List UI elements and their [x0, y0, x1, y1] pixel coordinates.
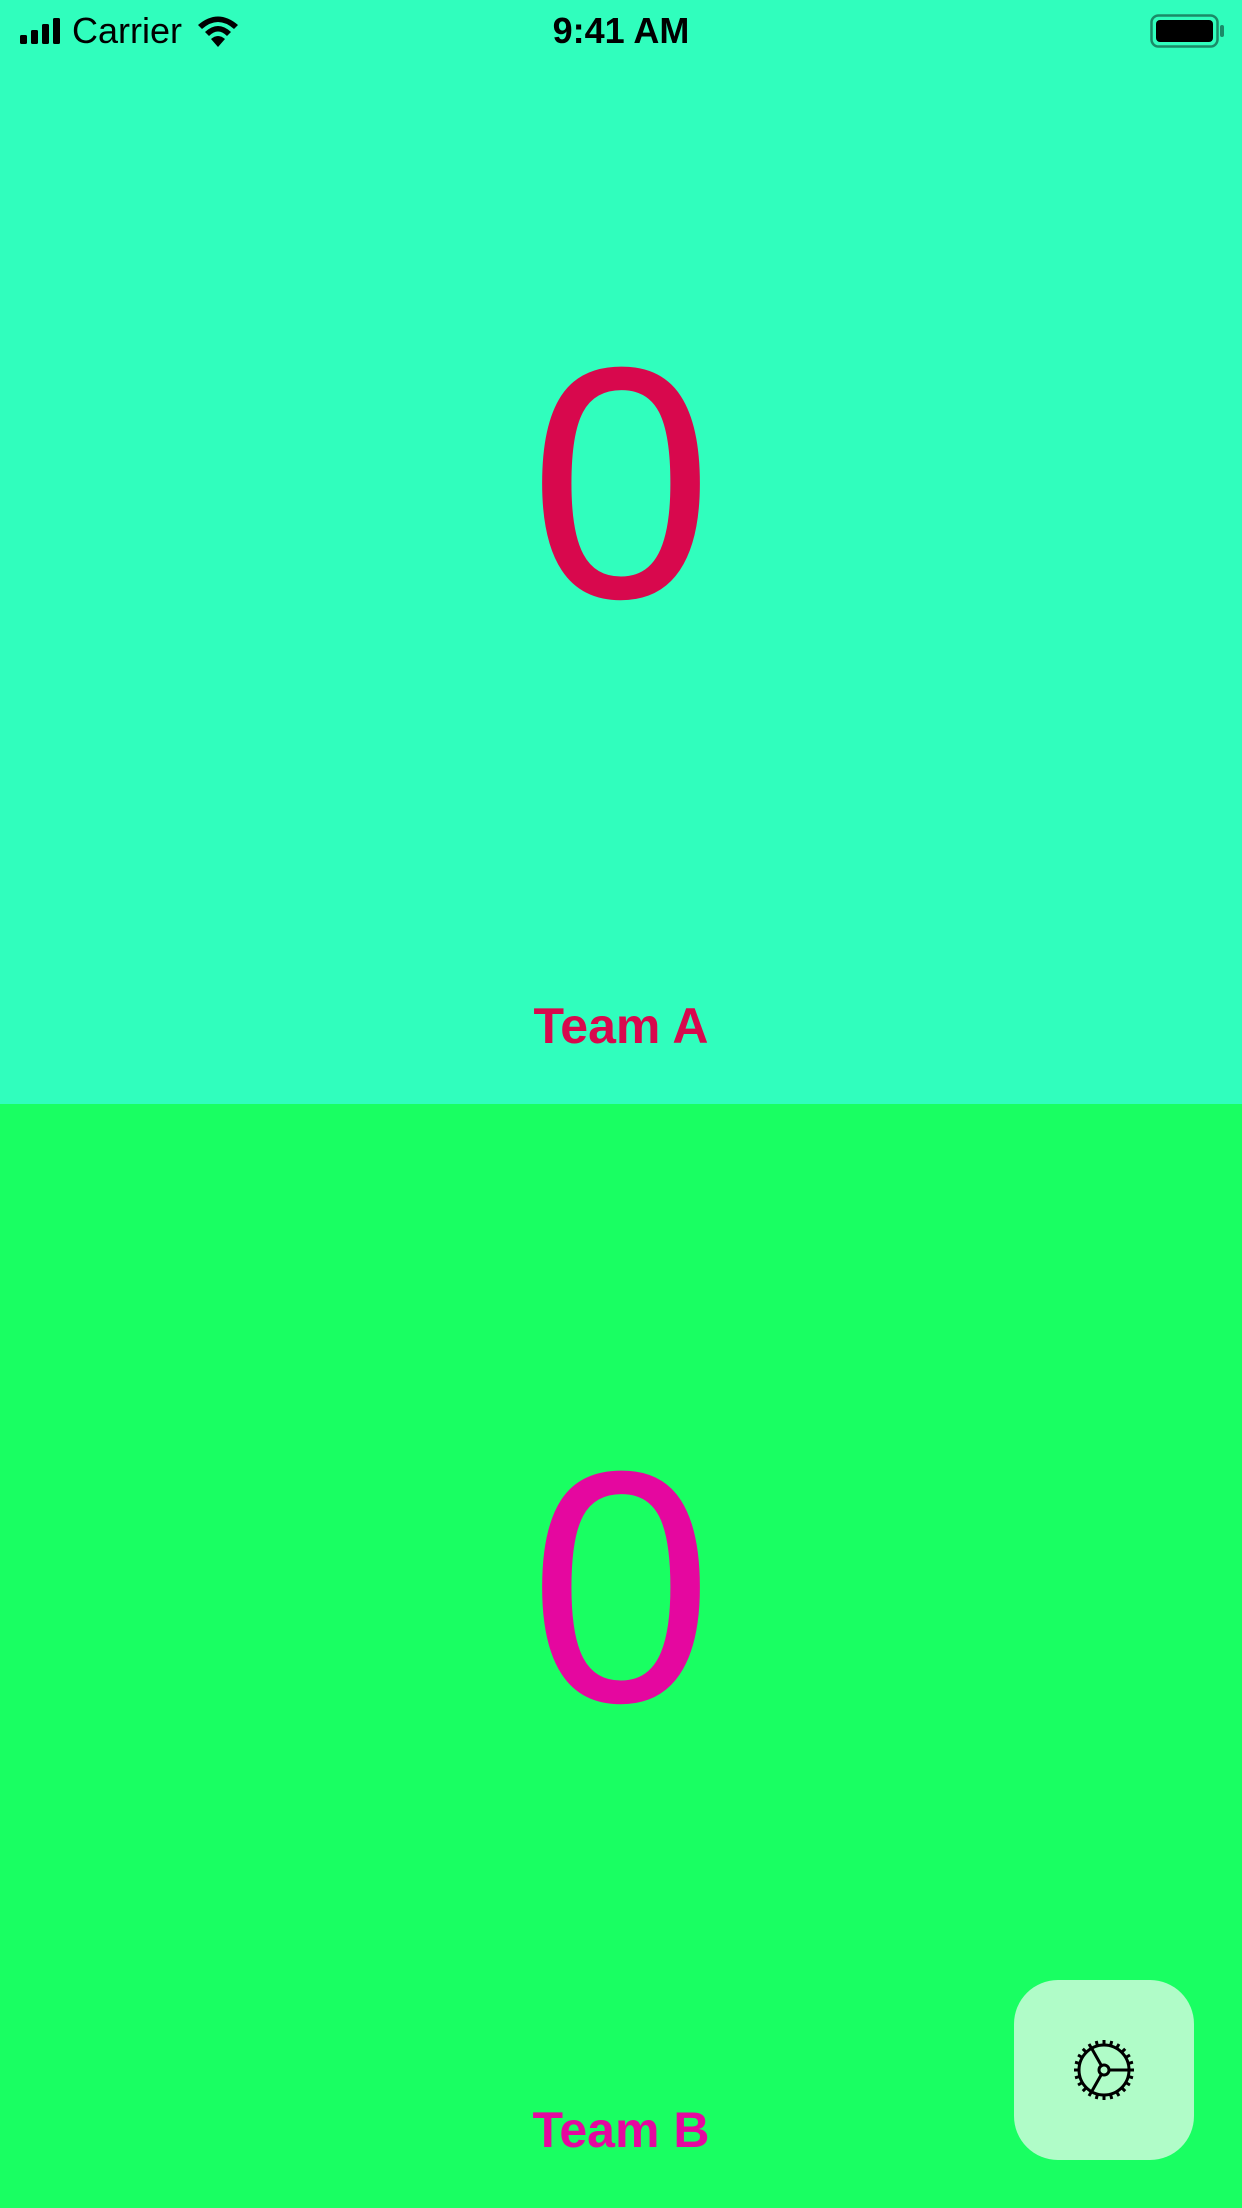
status-time: 9:41 AM: [552, 10, 690, 51]
team-a-score: 0: [529, 298, 713, 667]
battery-icon: [1150, 14, 1224, 48]
gear-icon: [1074, 2040, 1134, 2100]
scoreboard-screen: Carrier 9:41 AM 0 Team A 0 Team B: [0, 0, 1242, 2208]
team-a-panel[interactable]: 0 Team A: [0, 0, 1242, 1104]
team-a-name: Team A: [533, 998, 709, 1054]
settings-button[interactable]: [1014, 1980, 1194, 2160]
team-b-score: 0: [529, 1402, 713, 1771]
status-bar: Carrier 9:41 AM: [0, 0, 1242, 62]
